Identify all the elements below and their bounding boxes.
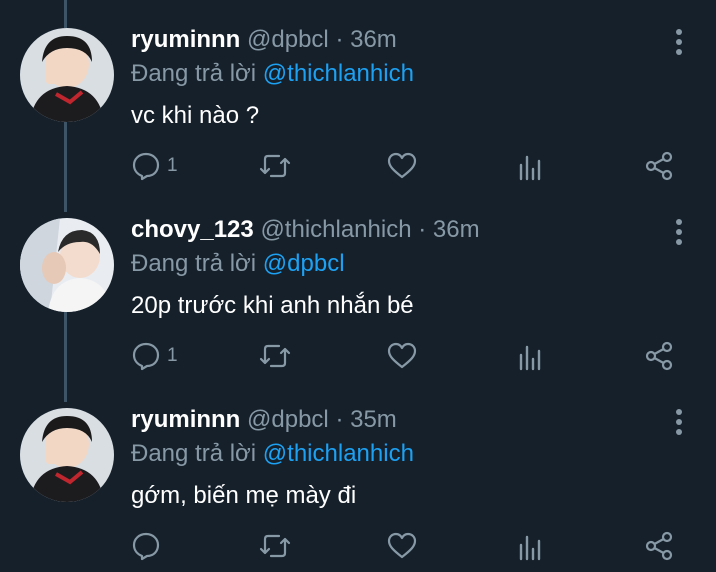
tweet-text: gớm, biến mẹ mày đi bbox=[131, 482, 357, 509]
tweet-text: 20p trước khi anh nhắn bé bbox=[131, 292, 414, 319]
replying-to: Đang trả lời @dpbcl bbox=[131, 250, 345, 278]
tweet[interactable]: chovy_123 @thichlanhich · 36m Đang trả l… bbox=[0, 190, 716, 380]
share-icon bbox=[644, 531, 674, 561]
timestamp[interactable]: 35m bbox=[350, 406, 397, 433]
like-button[interactable] bbox=[387, 338, 417, 374]
reply-icon bbox=[131, 531, 161, 561]
like-icon bbox=[387, 151, 417, 181]
reply-count: 1 bbox=[167, 155, 178, 176]
retweet-icon bbox=[259, 151, 291, 181]
reply-icon bbox=[131, 341, 161, 371]
timestamp[interactable]: 36m bbox=[350, 26, 397, 53]
avatar[interactable] bbox=[20, 408, 114, 502]
retweet-icon bbox=[259, 341, 291, 371]
analytics-button[interactable] bbox=[517, 528, 545, 564]
replying-to: Đang trả lời @thichlanhich bbox=[131, 60, 414, 88]
author-name[interactable]: ryuminnn bbox=[131, 406, 240, 433]
like-button[interactable] bbox=[387, 148, 417, 184]
share-icon bbox=[644, 151, 674, 181]
author-name[interactable]: chovy_123 bbox=[131, 216, 254, 243]
reply-button[interactable]: 1 bbox=[131, 148, 178, 184]
analytics-icon bbox=[517, 151, 545, 181]
reply-icon bbox=[131, 151, 161, 181]
timestamp[interactable]: 36m bbox=[433, 216, 480, 243]
mention-link[interactable]: @dpbcl bbox=[263, 250, 345, 277]
author-handle[interactable]: @thichlanhich bbox=[260, 216, 411, 243]
analytics-button[interactable] bbox=[517, 148, 545, 184]
share-button[interactable] bbox=[644, 338, 674, 374]
like-icon bbox=[387, 531, 417, 561]
reply-count: 1 bbox=[167, 345, 178, 366]
replying-to: Đang trả lời @thichlanhich bbox=[131, 440, 414, 468]
mention-link[interactable]: @thichlanhich bbox=[263, 60, 414, 87]
tweet-header: ryuminnn @dpbcl · 36m bbox=[131, 26, 397, 54]
action-bar bbox=[131, 528, 691, 564]
like-icon bbox=[387, 341, 417, 371]
author-handle[interactable]: @dpbcl bbox=[247, 406, 329, 433]
tweet-header: chovy_123 @thichlanhich · 36m bbox=[131, 216, 480, 244]
mention-link[interactable]: @thichlanhich bbox=[263, 440, 414, 467]
action-bar: 1 bbox=[131, 338, 691, 374]
share-button[interactable] bbox=[644, 148, 674, 184]
analytics-icon bbox=[517, 341, 545, 371]
tweet[interactable]: ryuminnn @dpbcl · 35m Đang trả lời @thic… bbox=[0, 380, 716, 572]
retweet-button[interactable] bbox=[259, 148, 291, 184]
analytics-button[interactable] bbox=[517, 338, 545, 374]
replying-prefix: Đang trả lời bbox=[131, 440, 257, 467]
replying-prefix: Đang trả lời bbox=[131, 60, 257, 87]
separator: · bbox=[418, 216, 427, 243]
retweet-icon bbox=[259, 531, 291, 561]
tweet-header: ryuminnn @dpbcl · 35m bbox=[131, 406, 397, 434]
tweet[interactable]: ryuminnn @dpbcl · 36m Đang trả lời @thic… bbox=[0, 0, 716, 190]
share-button[interactable] bbox=[644, 528, 674, 564]
tweet-text: vc khi nào ? bbox=[131, 102, 260, 129]
separator: · bbox=[335, 26, 344, 53]
avatar[interactable] bbox=[20, 218, 114, 312]
share-icon bbox=[644, 341, 674, 371]
replying-prefix: Đang trả lời bbox=[131, 250, 257, 277]
reply-button[interactable] bbox=[131, 528, 167, 564]
retweet-button[interactable] bbox=[259, 338, 291, 374]
avatar[interactable] bbox=[20, 28, 114, 122]
analytics-icon bbox=[517, 531, 545, 561]
action-bar: 1 bbox=[131, 148, 691, 184]
like-button[interactable] bbox=[387, 528, 417, 564]
separator: · bbox=[335, 406, 344, 433]
author-name[interactable]: ryuminnn bbox=[131, 26, 240, 53]
reply-button[interactable]: 1 bbox=[131, 338, 178, 374]
more-options-icon[interactable] bbox=[668, 28, 690, 56]
more-options-icon[interactable] bbox=[668, 218, 690, 246]
more-options-icon[interactable] bbox=[668, 408, 690, 436]
author-handle[interactable]: @dpbcl bbox=[247, 26, 329, 53]
retweet-button[interactable] bbox=[259, 528, 291, 564]
